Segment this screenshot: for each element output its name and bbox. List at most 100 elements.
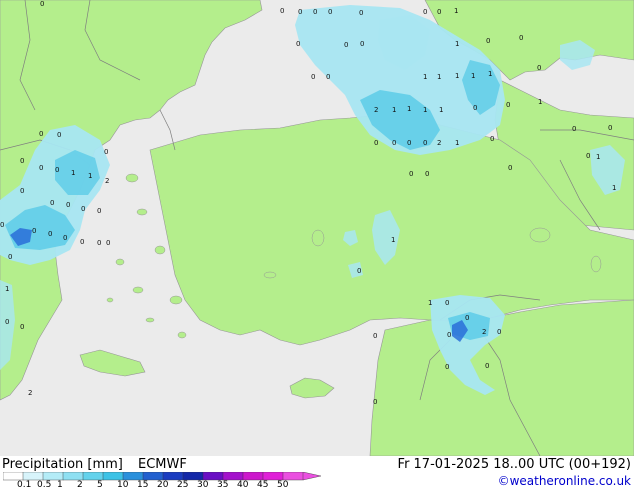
- precip-label: 0: [20, 157, 24, 165]
- map-title: Precipitation [mm]: [2, 457, 123, 472]
- precip-label: 2: [28, 389, 32, 397]
- precipitation-map: 0 0 0 0 0 0 0 0 1 0 0 0 1 0 0 0 0 0 0 0 …: [0, 0, 634, 457]
- legend-tick-label: 10: [117, 480, 129, 490]
- precip-label: 0: [445, 299, 449, 307]
- precip-label: 0: [423, 139, 427, 147]
- legend-swatch: [62, 472, 84, 481]
- legend-swatch: [82, 472, 104, 481]
- legend-swatch: [162, 472, 184, 481]
- precip-label: 1: [428, 299, 432, 307]
- precip-label: 0: [81, 205, 85, 213]
- precip-label: 0: [63, 234, 67, 242]
- legend-swatch: [3, 472, 24, 481]
- precip-label: 0: [66, 201, 70, 209]
- map-footer: Precipitation [mm] ECMWF Fr 17-01-2025 1…: [0, 456, 634, 490]
- precip-label: 1: [407, 105, 411, 113]
- legend-tick-label: 45: [257, 480, 269, 490]
- legend-swatch: [202, 472, 224, 481]
- precip-label: 2: [482, 328, 486, 336]
- legend-tick-label: 15: [137, 480, 149, 490]
- precip-label: 2: [437, 139, 441, 147]
- legend-swatch: [142, 472, 164, 481]
- precip-label: 0: [5, 318, 9, 326]
- precip-label: 1: [488, 70, 492, 78]
- legend-swatch: [102, 472, 124, 481]
- precip-label: 0: [407, 139, 411, 147]
- precip-label: 0: [97, 207, 101, 215]
- precip-label: 0: [508, 164, 512, 172]
- precip-label: 0: [296, 40, 300, 48]
- precip-label: 0: [20, 187, 24, 195]
- precip-label: 0: [97, 239, 101, 247]
- precip-label: 1: [437, 73, 441, 81]
- precip-label: 0: [48, 230, 52, 238]
- precip-label: 1: [612, 184, 616, 192]
- precip-label: 0: [465, 314, 469, 322]
- precip-label: 0: [447, 331, 451, 339]
- precip-label: 0: [357, 267, 361, 275]
- precip-label: 0: [280, 7, 284, 15]
- precip-label: 0: [326, 73, 330, 81]
- precip-label: 0: [106, 239, 110, 247]
- precip-label: 1: [392, 106, 396, 114]
- legend-swatch: [262, 472, 284, 481]
- precip-label: 1: [88, 172, 92, 180]
- precip-label: 0: [55, 166, 59, 174]
- precip-label: 0: [374, 139, 378, 147]
- precip-label: 1: [471, 72, 475, 80]
- precip-label: 0: [506, 101, 510, 109]
- precip-label: 0: [519, 34, 523, 42]
- precip-label: 0: [359, 9, 363, 17]
- legend-swatch: [222, 472, 244, 481]
- precip-label: 0: [0, 221, 4, 229]
- precip-label: 0: [608, 124, 612, 132]
- precip-label: 0: [423, 8, 427, 16]
- legend-swatch: [182, 472, 204, 481]
- precip-label: 0: [344, 41, 348, 49]
- legend-tick-label: 40: [237, 480, 249, 490]
- legend-tick-label: 25: [177, 480, 189, 490]
- precip-label: 0: [20, 323, 24, 331]
- legend-tick-label: 30: [197, 480, 209, 490]
- precip-label: 0: [328, 8, 332, 16]
- precip-label: 1: [423, 106, 427, 114]
- precip-label: 0: [80, 238, 84, 246]
- precip-label: 1: [423, 73, 427, 81]
- precip-label: 0: [445, 363, 449, 371]
- legend-tick-label: 20: [157, 480, 169, 490]
- precip-label: 2: [105, 177, 109, 185]
- precip-label: 0: [490, 135, 494, 143]
- precip-label: 0: [57, 131, 61, 139]
- legend-ticks: 0.1 0.5 1 2 5 10 15 20 25 30 35 40 45 50: [0, 480, 330, 490]
- precip-label: 1: [596, 153, 600, 161]
- precip-label: 0: [40, 0, 44, 8]
- precip-label: 0: [32, 227, 36, 235]
- precip-label: 1: [5, 285, 9, 293]
- legend-swatch: [282, 472, 304, 481]
- precip-label: 0: [409, 170, 413, 178]
- legend-arrow: [302, 472, 322, 481]
- credit-link[interactable]: ©weatheronline.co.uk: [498, 474, 631, 488]
- legend-swatch: [42, 472, 64, 481]
- precip-label: 0: [39, 130, 43, 138]
- precip-label: 0: [104, 148, 108, 156]
- precip-label: 0: [298, 8, 302, 16]
- precip-label: 1: [538, 98, 542, 106]
- legend-tick-label: 2: [77, 480, 83, 490]
- precip-label: 0: [39, 164, 43, 172]
- legend-tick-label: 1: [57, 480, 63, 490]
- precip-label: 1: [455, 139, 459, 147]
- precip-label: 0: [485, 362, 489, 370]
- precip-label: 0: [50, 199, 54, 207]
- precip-label: 0: [425, 170, 429, 178]
- precip-label: 0: [437, 8, 441, 16]
- precip-label: 0: [360, 40, 364, 48]
- precip-label: 0: [572, 125, 576, 133]
- precip-label: 2: [374, 106, 378, 114]
- legend-swatch: [242, 472, 264, 481]
- precip-label: 0: [313, 8, 317, 16]
- precip-label: 1: [455, 72, 459, 80]
- precip-label: 1: [71, 169, 75, 177]
- legend-tick-label: 50: [277, 480, 289, 490]
- forecast-datetime: Fr 17-01-2025 18..00 UTC (00+192): [397, 457, 631, 472]
